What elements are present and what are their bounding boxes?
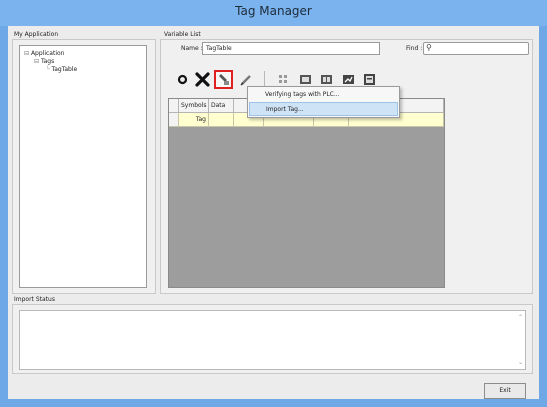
table-cell-data[interactable]: [209, 113, 234, 127]
delete-icon[interactable]: [194, 71, 211, 88]
tag-table-grid[interactable]: Symbols Data escription Tag: [168, 98, 445, 288]
variable-list-heading: Variable List: [164, 31, 201, 38]
find-label: Find :: [406, 45, 423, 52]
name-label: Name :: [181, 45, 203, 52]
window-client-area: My Application ⊟ Application ⊟ Tags └ Ta…: [8, 26, 539, 399]
search-icon[interactable]: ⚲: [426, 43, 432, 52]
tree-item-label: Application: [30, 50, 65, 57]
tree-branch-line-icon: └: [46, 66, 50, 73]
import-status-heading: Import Status: [14, 296, 55, 303]
scroll-down-icon[interactable]: ⌄: [518, 359, 523, 366]
tag-manager-window: Tag Manager My Application ⊟ Application…: [0, 0, 547, 407]
tree-item-tags[interactable]: ⊟ Tags: [34, 58, 54, 65]
verify-import-icon[interactable]: [214, 70, 233, 89]
add-icon[interactable]: [174, 71, 191, 88]
collapse-icon[interactable]: ⊟: [24, 50, 29, 57]
row-selector[interactable]: [169, 113, 179, 127]
column-header-symbols[interactable]: Symbols: [179, 99, 209, 113]
tree-item-tagtable[interactable]: └ TagTable: [46, 66, 77, 73]
collapse-icon[interactable]: ⊟: [34, 58, 39, 65]
my-application-panel: ⊟ Application ⊟ Tags └ TagTable: [12, 39, 156, 294]
row-header-corner: [169, 99, 179, 113]
import-status-log[interactable]: ⌃ ⌄: [19, 310, 526, 370]
application-tree: ⊟ Application ⊟ Tags └ TagTable: [19, 45, 147, 288]
my-application-heading: My Application: [14, 31, 59, 38]
find-input[interactable]: ⚲: [423, 42, 529, 55]
name-field-value: TagTable: [206, 45, 232, 52]
tree-item-label: Tags: [40, 58, 55, 65]
menu-item-verify-tags[interactable]: Verifying tags with PLC...: [249, 88, 398, 102]
title-bar[interactable]: Tag Manager: [0, 0, 547, 26]
exit-button[interactable]: Exit: [484, 383, 526, 399]
menu-item-import-tag[interactable]: Import Tag...: [249, 102, 398, 116]
window-title: Tag Manager: [235, 4, 312, 18]
scroll-up-icon[interactable]: ⌃: [518, 314, 523, 321]
table-cell-symbol[interactable]: Tag: [179, 113, 209, 127]
import-context-menu: Verifying tags with PLC... Import Tag...: [247, 86, 400, 118]
tree-item-label: TagTable: [51, 66, 78, 73]
column-header-data[interactable]: Data: [209, 99, 234, 113]
tree-item-application[interactable]: ⊟ Application: [24, 50, 64, 57]
import-status-panel: ⌃ ⌄: [12, 304, 533, 374]
name-field[interactable]: TagTable: [202, 42, 380, 55]
